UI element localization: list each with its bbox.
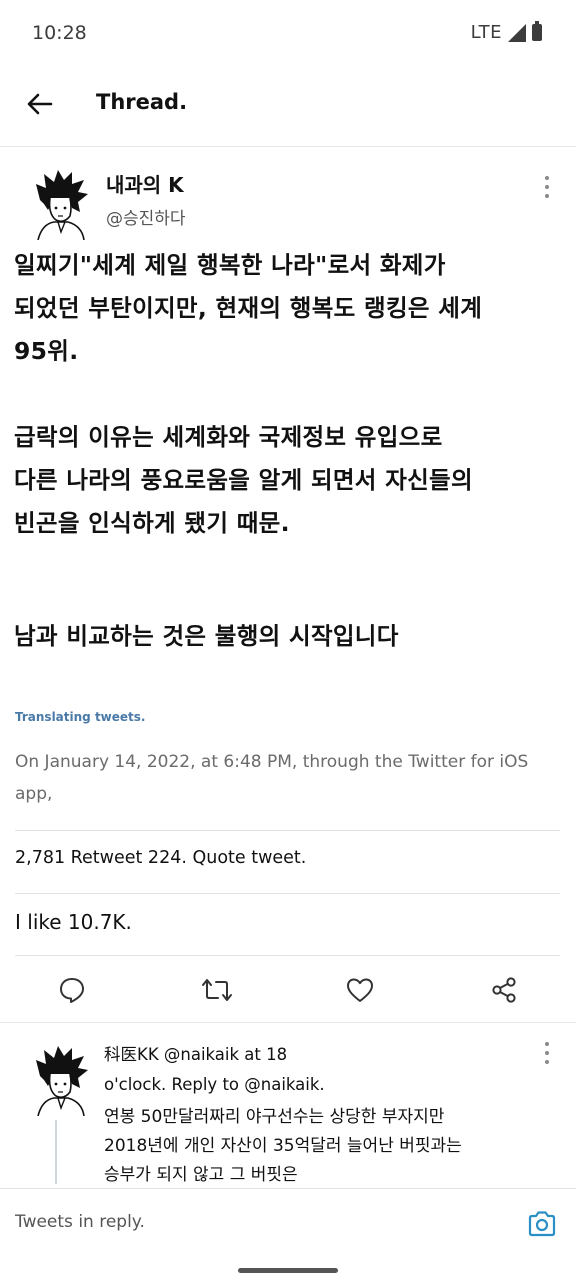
reply-line: 연봉 50만달러짜리 야구선수는 상당한 부자지만	[104, 1107, 445, 1127]
more-dot-icon	[545, 176, 549, 180]
arrow-left-icon	[27, 93, 53, 115]
author-name[interactable]: 내과의 K	[106, 169, 184, 198]
camera-icon	[528, 1211, 556, 1237]
network-label: LTE	[470, 22, 502, 43]
tweet-body: 일찌기"세계 제일 행복한 나라"로서 화제가 되었던 부탄이지만, 현재의 행…	[14, 244, 534, 658]
tweet-line: 일찌기"세계 제일 행복한 나라"로서 화제가	[14, 251, 446, 279]
header-divider	[0, 146, 576, 147]
tweet-line: 되었던 부탄이지만, 현재의 행복도 랭킹은 세계	[14, 294, 483, 322]
tweet-line: 남과 비교하는 것은 불행의 시작입니다	[14, 622, 399, 650]
more-dot-icon	[545, 1051, 549, 1055]
signal-icon	[508, 23, 526, 42]
reply-avatar[interactable]	[30, 1046, 90, 1117]
share-icon	[492, 977, 516, 1003]
page-title: Thread.	[96, 90, 188, 114]
thread-connector	[55, 1120, 57, 1184]
translate-link[interactable]: Translating tweets.	[15, 710, 145, 724]
comment-icon	[60, 978, 84, 1003]
section-divider	[0, 1022, 576, 1023]
tweet-line: 빈곤을 인식하게 됐기 때문.	[14, 509, 290, 537]
reply-line: 승부가 되지 않고 그 버핏은	[104, 1165, 298, 1185]
divider	[15, 955, 560, 956]
back-button[interactable]	[24, 88, 56, 120]
avatar[interactable]	[30, 170, 90, 241]
tweet-more-button[interactable]	[541, 176, 553, 198]
reply-to-line: o'clock. Reply to @naikaik.	[104, 1075, 325, 1094]
tweet-line: 다른 나라의 풍요로움을 알게 되면서 자신들의	[14, 466, 473, 494]
retweet-stats[interactable]: 2,781 Retweet 224. Quote tweet.	[15, 848, 306, 868]
battery-icon	[532, 21, 542, 41]
tweet-line: 95위.	[14, 337, 79, 365]
reply-more-button[interactable]	[541, 1042, 553, 1064]
more-dot-icon	[545, 1060, 549, 1064]
retweet-icon	[202, 979, 232, 1001]
more-dot-icon	[545, 185, 549, 189]
divider	[15, 830, 560, 831]
tweet-line: 급락의 이유는 세계화와 국제정보 유입으로	[14, 423, 443, 451]
divider	[15, 893, 560, 894]
retweet-button[interactable]	[197, 970, 237, 1010]
reply-input[interactable]: Tweets in reply.	[15, 1212, 145, 1232]
tweet-timestamp: On January 14, 2022, at 6:48 PM, through…	[15, 752, 529, 804]
reply-body: 연봉 50만달러짜리 야구선수는 상당한 부자지만 2018년에 개인 자산이 …	[104, 1103, 544, 1190]
status-time: 10:28	[32, 22, 87, 44]
composer-divider	[0, 1188, 576, 1189]
reply-line: 2018년에 개인 자산이 35억달러 늘어난 버핏과는	[104, 1136, 462, 1156]
heart-icon	[347, 978, 373, 1002]
more-dot-icon	[545, 194, 549, 198]
status-indicators: LTE	[470, 21, 542, 43]
reply-meta: 科医KK @naikaik at 18 o'clock. Reply to @n…	[104, 1040, 524, 1100]
author-handle[interactable]: @승진하다	[106, 204, 186, 229]
home-indicator[interactable]	[238, 1268, 338, 1273]
camera-button[interactable]	[526, 1208, 558, 1240]
reply-button[interactable]	[52, 970, 92, 1010]
like-button[interactable]	[340, 970, 380, 1010]
share-button[interactable]	[484, 970, 524, 1010]
like-stats[interactable]: I like 10.7K.	[15, 910, 132, 934]
more-dot-icon	[545, 1042, 549, 1046]
reply-author-line[interactable]: 科医KK @naikaik at 18	[104, 1040, 524, 1070]
